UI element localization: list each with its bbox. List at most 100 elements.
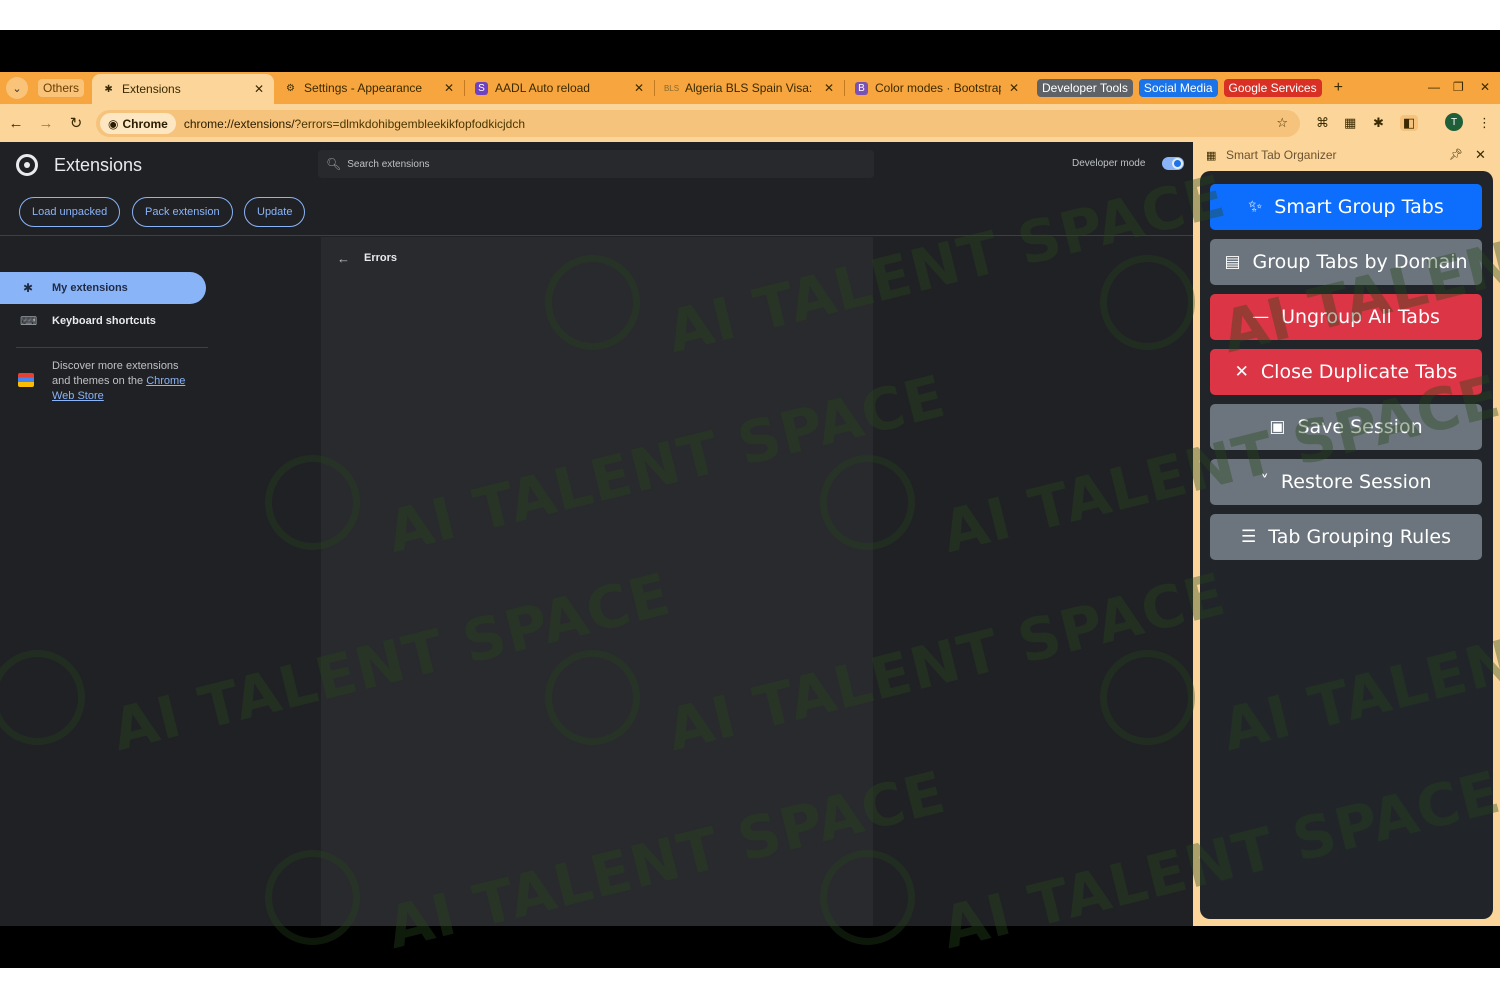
side-panel-body: ✨︎ Smart Group Tabs ▤ Group Tabs by Domain…	[1200, 171, 1493, 919]
side-panel-title: Smart Tab Organizer	[1226, 148, 1337, 162]
pin-icon[interactable]: 📌︎	[1449, 148, 1463, 161]
tab-group-developer-tools[interactable]: Developer Tools	[1037, 79, 1133, 97]
back-arrow-icon[interactable]: ←	[337, 251, 350, 266]
tab-title: Color modes · Bootstrap	[875, 81, 1001, 95]
extensions-page: Extensions 🔍︎ Developer mode Load unpack…	[0, 142, 1193, 926]
chrome-logo-icon	[16, 154, 38, 176]
update-button[interactable]: Update	[244, 197, 306, 227]
side-panel-icon[interactable]: ◧	[1400, 115, 1419, 131]
server-icon: ▤	[1224, 252, 1241, 272]
forward-arrow-icon[interactable]: →	[32, 115, 60, 132]
reload-icon[interactable]: ↻	[62, 114, 90, 132]
button-label: Restore Session	[1280, 471, 1432, 493]
sidebar-item-keyboard-shortcuts[interactable]: ⌨ Keyboard shortcuts	[0, 305, 206, 337]
group-tabs-by-domain-button[interactable]: ▤ Group Tabs by Domain	[1210, 239, 1482, 285]
sidebar-item-label: Keyboard shortcuts	[52, 315, 156, 327]
chevron-down-icon: ˅	[1260, 472, 1269, 492]
site-chip-label: Chrome	[122, 116, 168, 131]
minimize-icon[interactable]: —	[1428, 80, 1440, 94]
extension-s-icon: S	[475, 81, 489, 95]
close-tab-icon[interactable]: ✕	[824, 81, 834, 95]
button-label: Ungroup All Tabs	[1281, 306, 1440, 328]
browser-toolbar: ← → ↻ ◉ Chrome chrome://extensions/?error…	[0, 104, 1500, 142]
tab-title: Settings - Appearance	[304, 81, 423, 95]
save-session-button[interactable]: ▣ Save Session	[1210, 404, 1482, 450]
tab-settings-appearance[interactable]: ⚙ Settings - Appearance ✕	[274, 72, 464, 104]
site-info-chip[interactable]: ◉ Chrome	[100, 113, 176, 134]
bootstrap-icon: B	[855, 81, 869, 95]
bookmark-star-icon[interactable]: ☆	[1276, 115, 1288, 131]
tab-group-others[interactable]: Others	[38, 79, 85, 97]
new-tab-plus-icon[interactable]: +	[1334, 79, 1343, 97]
close-tab-icon[interactable]: ✕	[634, 81, 644, 95]
restore-session-button[interactable]: ˅ Restore Session	[1210, 459, 1482, 505]
back-arrow-icon[interactable]: ←	[2, 115, 30, 132]
url-text: chrome://extensions/?errors=dlmkdohibgem…	[184, 117, 525, 131]
extensions-header: Extensions 🔍︎ Developer mode	[0, 142, 1193, 192]
button-label: Close Duplicate Tabs	[1260, 361, 1458, 383]
tab-algeria-bls[interactable]: BLS Algeria BLS Spain Visa: ✕	[655, 72, 844, 104]
tab-grouping-rules-button[interactable]: ☰ Tab Grouping Rules	[1210, 514, 1482, 560]
errors-title: Errors	[364, 252, 398, 264]
button-label: Tab Grouping Rules	[1268, 526, 1451, 548]
x-icon: ✕	[1234, 362, 1249, 382]
ungroup-all-tabs-button[interactable]: — Ungroup All Tabs	[1210, 294, 1482, 340]
close-icon[interactable]: ✕	[1475, 147, 1486, 163]
tab-group-social-media[interactable]: Social Media	[1138, 79, 1218, 97]
address-bar[interactable]: ◉ Chrome chrome://extensions/?errors=dlmk…	[96, 110, 1300, 137]
side-panel: ▦ Smart Tab Organizer 📌︎ ✕ ✨︎ Smart Group…	[1193, 142, 1500, 926]
url-query: ?errors=dlmkdohibgembleekikfopfodkicjdch	[294, 116, 526, 131]
sidebar-item-label: My extensions	[52, 282, 128, 294]
tab-title: Extensions	[122, 82, 181, 96]
tab-aadl-auto-reload[interactable]: S AADL Auto reload ✕	[465, 72, 654, 104]
tab-title: AADL Auto reload	[495, 81, 590, 95]
tab-search-button[interactable]: ⌄	[6, 77, 28, 99]
sidebar-divider	[16, 347, 208, 348]
save-icon: ▣	[1269, 417, 1286, 437]
sparkle-icon: ✨︎	[1248, 197, 1263, 217]
bls-favicon-icon: BLS	[663, 83, 680, 93]
kebab-menu-icon[interactable]: ⋮	[1478, 115, 1491, 131]
extensions-puzzle-icon[interactable]: ✱	[1373, 115, 1384, 131]
smart-group-tabs-button[interactable]: ✨︎ Smart Group Tabs	[1210, 184, 1482, 230]
button-label: Save Session	[1297, 416, 1423, 438]
keyboard-icon: ⌨	[20, 314, 38, 328]
extension-translate-icon[interactable]: ⌘	[1316, 115, 1329, 131]
load-unpacked-button[interactable]: Load unpacked	[19, 197, 121, 227]
tab-title: Algeria BLS Spain Visa:	[685, 81, 813, 95]
tab-strip: ⌄ Others ✱ Extensions ✕ ⚙ Settings - App…	[0, 72, 1500, 104]
developer-mode-toggle[interactable]	[1162, 157, 1184, 170]
errors-panel: ← Errors	[321, 237, 873, 926]
sidebar-item-my-extensions[interactable]: ✱ My extensions	[0, 272, 206, 304]
sidebar: ✱ My extensions ⌨ Keyboard shortcuts Dis…	[0, 237, 220, 926]
tab-group-google-services[interactable]: Google Services	[1223, 79, 1322, 97]
developer-action-bar: Load unpacked Pack extension Update	[0, 192, 1193, 236]
avatar[interactable]: T	[1445, 113, 1463, 131]
pack-extension-button[interactable]: Pack extension	[132, 197, 233, 227]
button-label: Smart Group Tabs	[1274, 196, 1444, 218]
web-store-icon	[18, 373, 34, 387]
tab-organizer-icon: ▦	[1206, 150, 1217, 162]
restore-window-icon[interactable]: ❐	[1453, 80, 1464, 94]
side-panel-header: ▦ Smart Tab Organizer 📌︎ ✕	[1193, 142, 1500, 170]
close-tab-icon[interactable]: ✕	[1009, 81, 1019, 95]
puzzle-icon: ✱	[104, 83, 113, 95]
chrome-logo-icon: ◉	[108, 116, 119, 131]
close-window-icon[interactable]: ✕	[1480, 80, 1490, 94]
page-title: Extensions	[54, 155, 143, 175]
search-icon: 🔍︎	[326, 157, 342, 171]
tab-color-modes-bootstrap[interactable]: B Color modes · Bootstrap ✕	[845, 72, 1029, 104]
tab-organizer-icon[interactable]: ▦	[1344, 115, 1356, 131]
tab-extensions[interactable]: ✱ Extensions ✕	[92, 74, 275, 104]
chevron-down-icon: ⌄	[12, 82, 22, 95]
gear-icon: ⚙	[286, 82, 295, 94]
bottom-black-bar	[0, 926, 1500, 968]
close-duplicate-tabs-button[interactable]: ✕ Close Duplicate Tabs	[1210, 349, 1482, 395]
close-tab-icon[interactable]: ✕	[254, 82, 264, 96]
dash-icon: —	[1252, 307, 1270, 327]
search-box[interactable]: 🔍︎	[318, 150, 874, 178]
developer-mode-label: Developer mode	[1072, 158, 1146, 169]
puzzle-icon: ✱	[22, 281, 34, 295]
search-input[interactable]	[347, 158, 848, 170]
close-tab-icon[interactable]: ✕	[444, 81, 454, 95]
